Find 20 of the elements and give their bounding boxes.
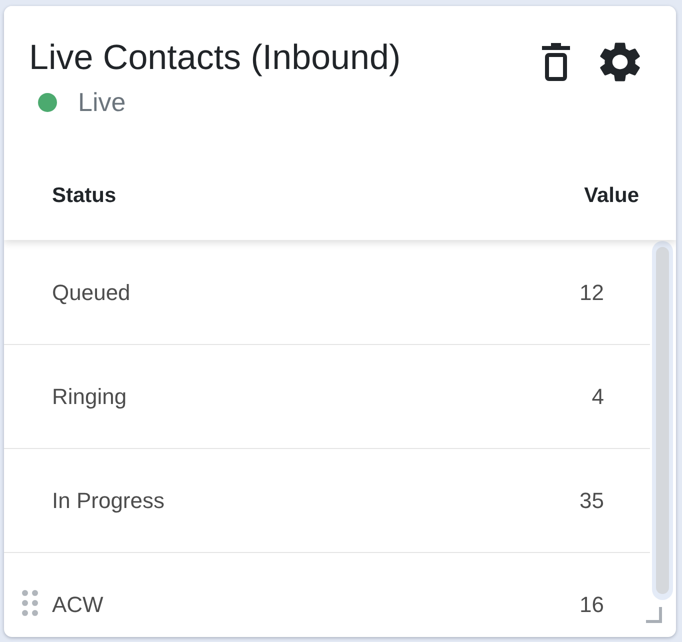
settings-icon [600,42,640,82]
delete-button[interactable] [542,43,570,81]
trash-icon [542,43,570,81]
value-cell-text: 35 [580,487,604,516]
scrollbar-track[interactable] [652,241,673,600]
widget-title: Live Contacts (Inbound) [29,37,401,79]
status-label: Live [78,87,126,118]
value-column-header: Value [584,183,639,208]
settings-button[interactable] [600,42,640,82]
resize-handle-icon[interactable] [646,607,662,623]
value-cell-text: 16 [580,591,604,620]
value-cell-text: 4 [592,383,604,412]
status-cell-text: Queued [52,278,130,307]
status-cell-text: ACW [52,591,104,620]
status-cell-text: In Progress [52,487,164,516]
value-cell-text: 12 [580,278,604,307]
scrollbar-thumb[interactable] [656,247,669,594]
status-cell-text: Ringing [52,383,127,412]
status-column-header: Status [52,183,116,208]
drag-handle-icon[interactable] [22,590,40,616]
